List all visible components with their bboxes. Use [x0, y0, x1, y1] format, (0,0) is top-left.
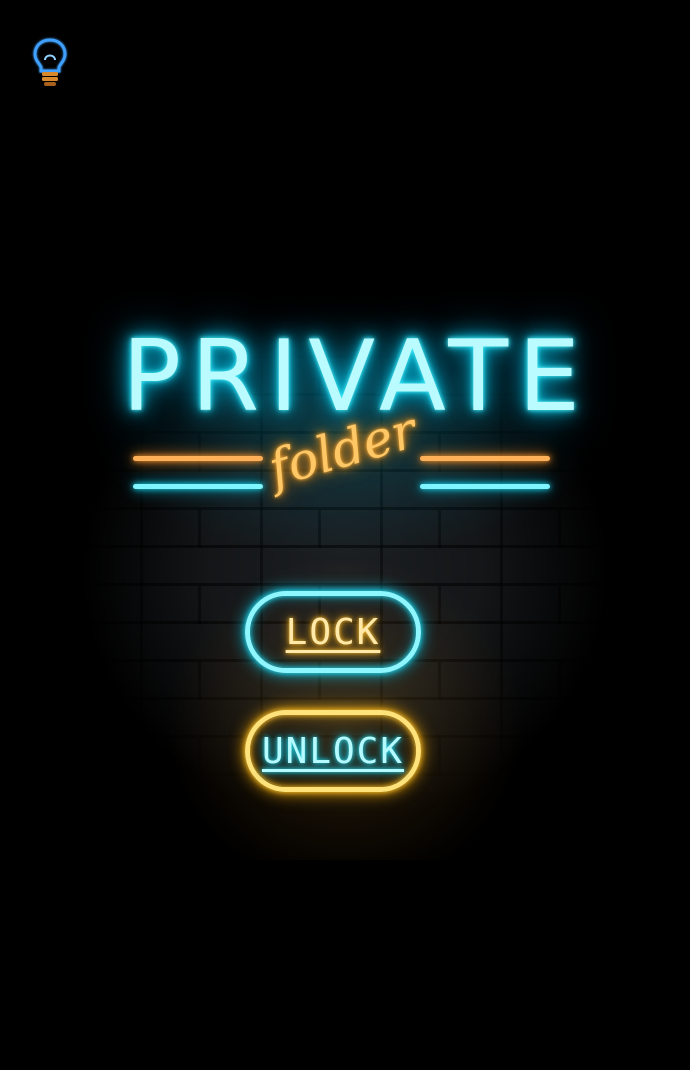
lightbulb-icon-graphic — [33, 38, 67, 86]
neon-line-right-orange — [420, 456, 550, 461]
lock-button-label: LOCK — [285, 611, 381, 653]
sign-title: PRIVATE — [122, 320, 591, 434]
lightbulb-icon[interactable] — [30, 36, 70, 88]
app-screen: PRIVATE folder LOCK UNLOCK — [0, 0, 690, 1070]
unlock-button-label: UNLOCK — [261, 730, 405, 772]
neon-line-left-cyan — [133, 484, 263, 489]
lock-button[interactable]: LOCK — [245, 591, 421, 673]
neon-line-left-orange — [133, 456, 263, 461]
unlock-button[interactable]: UNLOCK — [245, 710, 421, 792]
